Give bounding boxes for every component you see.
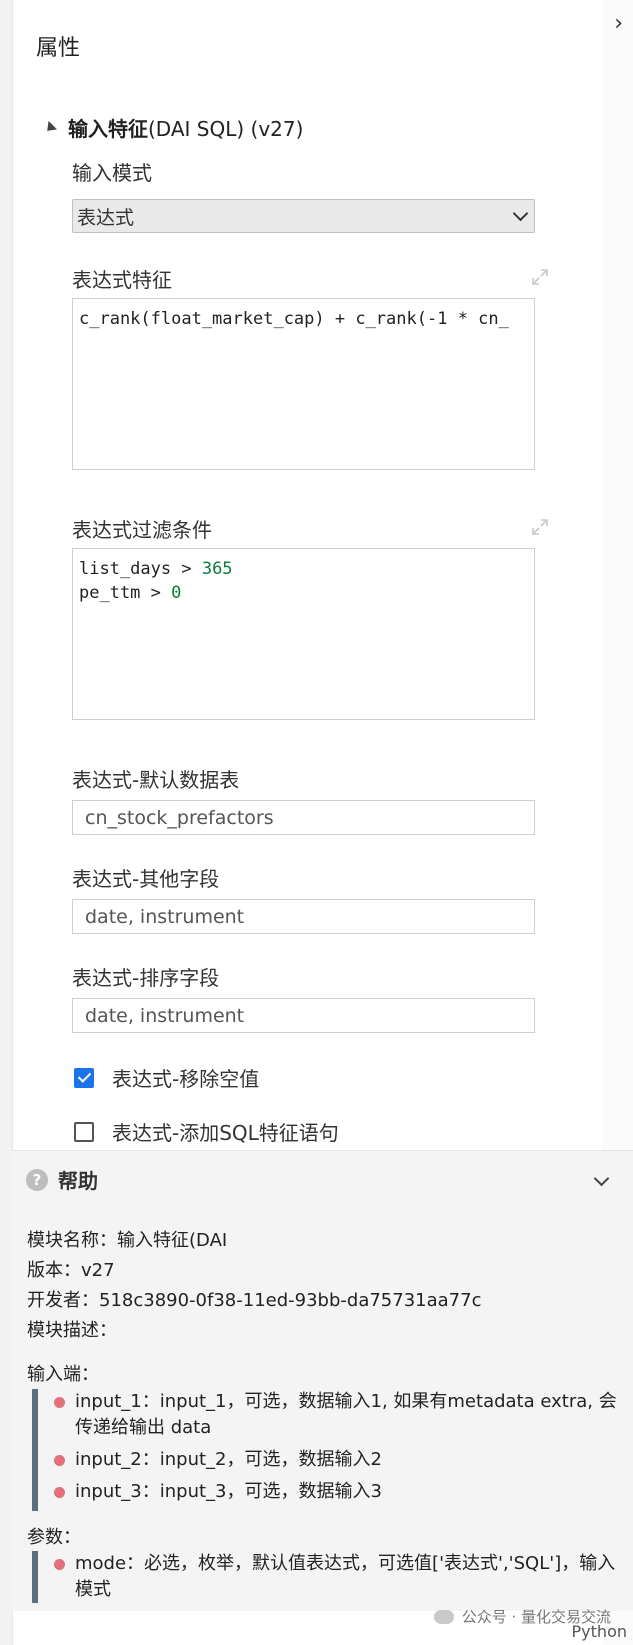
module-description: 模块描述：: [27, 1320, 117, 1341]
other-fields-input[interactable]: date, instrument: [72, 899, 535, 934]
inputs-title: 输入端：: [27, 1364, 99, 1385]
input-mode-value: 表达式: [77, 206, 135, 229]
inputs-list: input_1：input_1，可选，数据输入1, 如果有metadata ex…: [32, 1389, 617, 1511]
expr-features-editor[interactable]: c_rank(float_market_cap) + c_rank(-1 * c…: [72, 298, 535, 470]
module-version: 版本：v27: [27, 1260, 115, 1281]
bullet-dot-icon: [54, 1455, 65, 1466]
input-mode-label: 输入模式: [72, 161, 152, 185]
list-item: input_3：input_3，可选，数据输入3: [54, 1479, 617, 1505]
module-name: 模块名称：输入特征(DAI: [27, 1230, 228, 1251]
section-title: 输入特征(DAI SQL) (v27): [68, 117, 304, 141]
other-fields-value: date, instrument: [85, 905, 245, 928]
checkbox-unchecked-icon[interactable]: [74, 1121, 94, 1142]
expr-features-code: c_rank(float_market_cap) + c_rank(-1 * c…: [79, 309, 509, 329]
chevron-down-icon: [512, 205, 529, 222]
triangle-down-icon: [42, 120, 58, 135]
help-header[interactable]: ? 帮助: [26, 1165, 98, 1194]
filter-line-2: pe_ttm > 0: [79, 583, 182, 603]
section-toggle[interactable]: 输入特征(DAI SQL) (v27): [42, 113, 304, 142]
help-panel: ? 帮助 模块名称：输入特征(DAI 版本：v27 开发者：518c3890-0…: [12, 1150, 633, 1611]
checkbox-checked-icon[interactable]: [74, 1067, 94, 1088]
add-sql-label: 表达式-添加SQL特征语句: [112, 1121, 339, 1145]
question-icon: ?: [26, 1168, 48, 1191]
sort-fields-label: 表达式-排序字段: [72, 966, 220, 990]
remove-nulls-checkbox[interactable]: 表达式-移除空值: [74, 1063, 259, 1092]
add-sql-checkbox[interactable]: 表达式-添加SQL特征语句: [74, 1117, 339, 1146]
other-fields-label: 表达式-其他字段: [72, 867, 220, 891]
params-title: 参数：: [27, 1527, 81, 1548]
panel-title: 属性: [36, 36, 81, 61]
default-table-value: cn_stock_prefactors: [85, 806, 274, 829]
sort-fields-value: date, instrument: [85, 1004, 245, 1027]
list-item: input_2：input_2，可选，数据输入2: [54, 1447, 617, 1473]
default-table-label: 表达式-默认数据表: [72, 768, 240, 792]
bullet-dot-icon: [54, 1487, 65, 1498]
expr-filter-label: 表达式过滤条件: [72, 518, 212, 542]
module-developer: 开发者：518c3890-0f38-11ed-93bb-da75731aa77c: [27, 1290, 482, 1311]
expr-features-label: 表达式特征: [72, 268, 172, 292]
sort-fields-input[interactable]: date, instrument: [72, 998, 535, 1033]
chevron-down-icon[interactable]: [593, 1170, 610, 1187]
bullet-dot-icon: [54, 1397, 65, 1408]
expand-icon[interactable]: [531, 518, 549, 536]
expand-icon[interactable]: [531, 268, 549, 286]
collapse-panel-icon[interactable]: ›: [614, 13, 623, 35]
expr-filter-editor[interactable]: list_days > 365 pe_ttm > 0: [72, 548, 535, 720]
input-mode-select[interactable]: 表达式: [72, 199, 535, 233]
list-item: input_1：input_1，可选，数据输入1, 如果有metadata ex…: [54, 1389, 617, 1441]
params-list: mode：必选，枚举，默认值表达式，可选值['表达式','SQL']，输入模式: [32, 1551, 617, 1603]
help-title: 帮助: [58, 1169, 98, 1193]
remove-nulls-label: 表达式-移除空值: [112, 1067, 260, 1091]
language-label: Python: [571, 1622, 627, 1641]
default-table-input[interactable]: cn_stock_prefactors: [72, 800, 535, 835]
filter-line-1: list_days > 365: [79, 559, 233, 579]
list-item: mode：必选，枚举，默认值表达式，可选值['表达式','SQL']，输入模式: [54, 1551, 617, 1603]
bullet-dot-icon: [54, 1559, 65, 1570]
wechat-icon: [433, 1609, 454, 1624]
